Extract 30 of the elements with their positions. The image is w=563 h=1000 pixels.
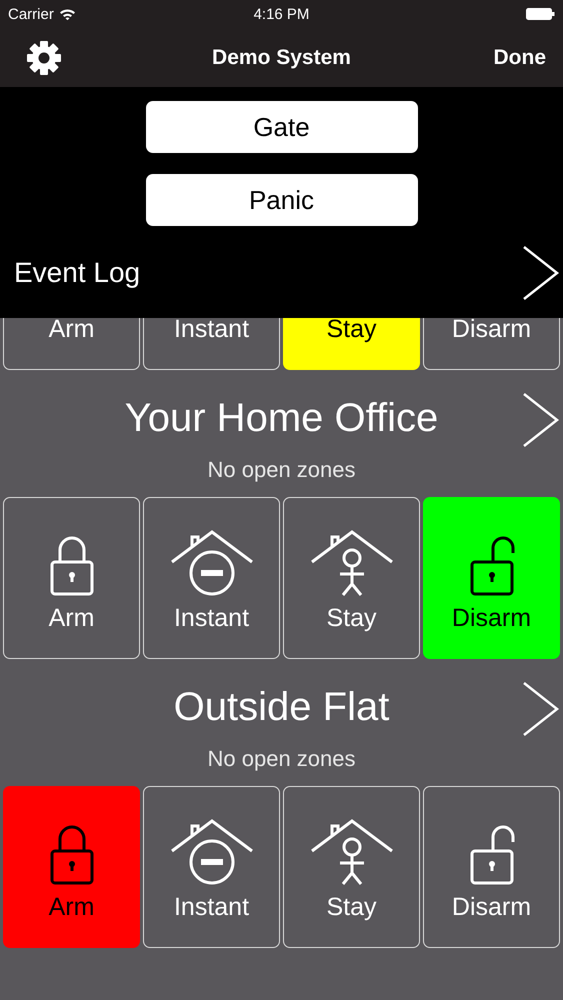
zone-status: No open zones xyxy=(208,457,356,482)
partition-name: Outside Flat xyxy=(174,684,390,730)
nav-title: Demo System xyxy=(212,46,351,70)
mode-button[interactable]: Arm xyxy=(3,318,140,370)
zone-status: No open zones xyxy=(208,746,356,771)
clock-time: 4:16 PM xyxy=(254,6,310,22)
mode-button[interactable]: Instant xyxy=(143,318,280,370)
mode-button[interactable]: Disarm xyxy=(423,497,560,659)
mode-button[interactable]: Stay xyxy=(283,497,420,659)
battery-icon xyxy=(526,7,555,21)
mode-button[interactable]: Arm xyxy=(3,786,140,948)
action-button[interactable]: Panic xyxy=(146,174,418,226)
mode-button[interactable]: Stay xyxy=(283,786,420,948)
house-person-icon xyxy=(310,819,394,885)
house-minus-icon xyxy=(170,819,254,885)
partition-name: Your Home Office xyxy=(124,396,438,440)
mode-button[interactable]: Instant xyxy=(143,497,280,659)
mode-button[interactable]: Arm xyxy=(3,497,140,659)
house-person-icon xyxy=(310,530,394,596)
event-log-label[interactable]: Event Log xyxy=(14,257,140,289)
done-button[interactable]: Done xyxy=(494,46,546,70)
wifi-icon xyxy=(58,8,76,20)
mode-button[interactable]: Disarm xyxy=(423,786,560,948)
mode-button[interactable]: Instant xyxy=(143,786,280,948)
mode-button[interactable]: Stay xyxy=(283,318,420,370)
house-minus-icon xyxy=(170,530,254,596)
mode-button[interactable]: Disarm xyxy=(423,318,560,370)
settings-icon[interactable] xyxy=(26,40,62,76)
action-button[interactable]: Gate xyxy=(146,101,418,153)
carrier-name: Carrier xyxy=(8,6,54,22)
